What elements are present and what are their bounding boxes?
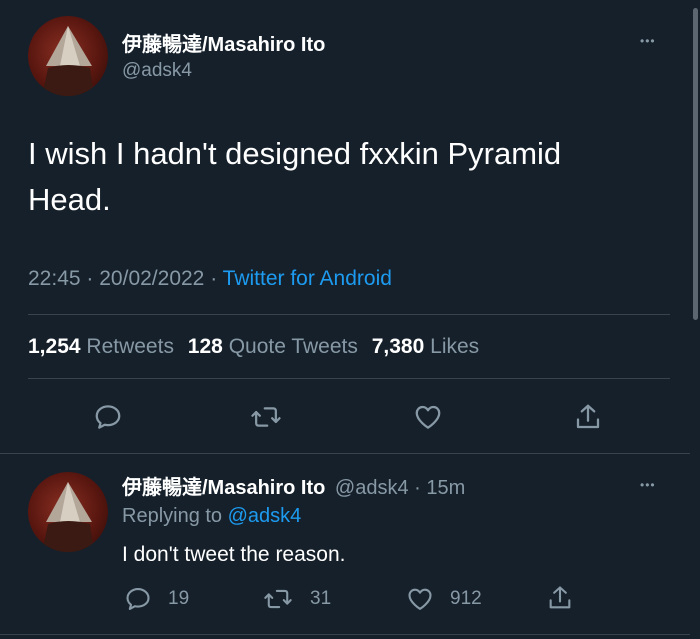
scrollbar[interactable] bbox=[693, 8, 698, 320]
tweet-text-line-2: Head. bbox=[28, 182, 111, 217]
divider bbox=[28, 314, 670, 315]
reply-author-display-name[interactable]: 伊藤暢達/Masahiro Ito bbox=[122, 477, 325, 499]
replying-to: Replying to @adsk4 bbox=[122, 505, 301, 528]
quote-tweets-label: Quote Tweets bbox=[228, 335, 358, 358]
divider bbox=[28, 378, 670, 379]
retweet-icon[interactable] bbox=[258, 583, 298, 615]
meta-separator: · bbox=[210, 267, 218, 290]
like-icon[interactable] bbox=[408, 397, 448, 437]
replying-to-handle[interactable]: @adsk4 bbox=[228, 505, 302, 527]
replying-to-label: Replying to bbox=[122, 505, 223, 527]
tweet-stats: 1,254 Retweets 128 Quote Tweets 7,380 Li… bbox=[28, 335, 479, 359]
divider bbox=[0, 634, 690, 635]
tweet-source-link[interactable]: Twitter for Android bbox=[223, 267, 392, 290]
like-count: 912 bbox=[450, 588, 482, 609]
tweet-time[interactable]: 22:45 bbox=[28, 267, 81, 290]
likes-stat[interactable]: 7,380 Likes bbox=[372, 335, 479, 358]
retweets-stat[interactable]: 1,254 Retweets bbox=[28, 335, 180, 358]
reply-header: 伊藤暢達/Masahiro Ito @adsk4 · 15m bbox=[122, 471, 465, 500]
reply-icon[interactable] bbox=[120, 583, 156, 615]
like-icon[interactable] bbox=[402, 583, 438, 615]
share-icon[interactable] bbox=[542, 581, 578, 615]
tweet-text-line-1: I wish I hadn't designed fxxkin Pyramid bbox=[28, 136, 562, 171]
retweets-label: Retweets bbox=[86, 335, 174, 358]
author-handle[interactable]: @adsk4 bbox=[122, 60, 192, 82]
reply-text: I don't tweet the reason. bbox=[122, 543, 346, 566]
quote-tweets-count: 128 bbox=[187, 335, 223, 358]
share-icon[interactable] bbox=[568, 397, 608, 437]
reply-icon[interactable] bbox=[88, 397, 128, 437]
tweet-meta: 22:45 · 20/02/2022 · Twitter for Android bbox=[28, 267, 392, 291]
more-options-icon[interactable]: ••• bbox=[640, 35, 656, 47]
avatar[interactable] bbox=[28, 16, 108, 96]
retweet-count: 31 bbox=[310, 588, 332, 609]
divider bbox=[0, 453, 690, 454]
author-display-name[interactable]: 伊藤暢達/Masahiro Ito bbox=[122, 28, 325, 57]
likes-count: 7,380 bbox=[371, 335, 425, 358]
retweets-count: 1,254 bbox=[28, 335, 81, 358]
quote-tweets-stat[interactable]: 128 Quote Tweets bbox=[188, 335, 364, 358]
reply-author-handle[interactable]: @adsk4 bbox=[335, 477, 409, 499]
likes-label: Likes bbox=[430, 335, 480, 358]
meta-separator: · bbox=[86, 267, 94, 290]
tweet-date[interactable]: 20/02/2022 bbox=[99, 267, 204, 290]
reply-count: 19 bbox=[168, 588, 190, 609]
avatar[interactable] bbox=[28, 472, 108, 552]
more-options-icon[interactable]: ••• bbox=[640, 479, 656, 491]
reply-time[interactable]: · 15m bbox=[414, 477, 465, 499]
retweet-icon[interactable] bbox=[246, 397, 286, 437]
